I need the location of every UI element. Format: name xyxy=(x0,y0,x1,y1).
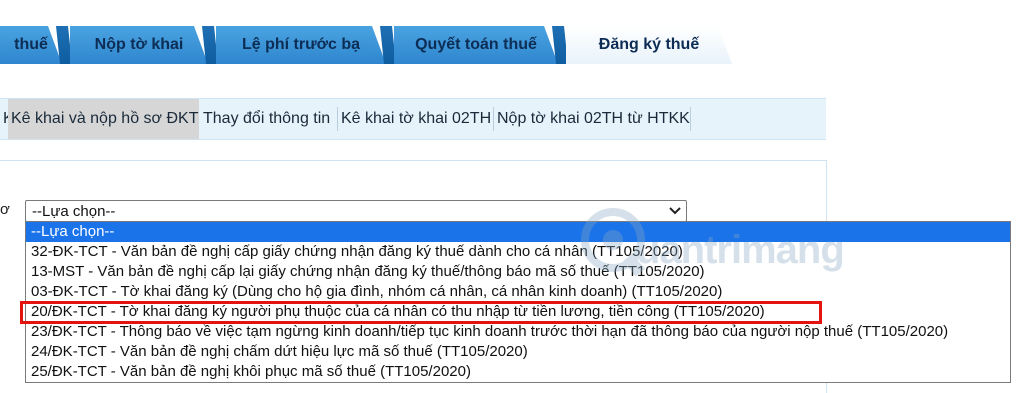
subnav-item-thay-doi-thong-tin[interactable]: Thay đổi thông tin xyxy=(200,99,338,139)
dropdown-option[interactable]: 13-MST - Văn bản đề nghị cấp lại giấy ch… xyxy=(26,262,1010,282)
subnav-divider xyxy=(690,107,691,131)
highlight-annotation-box xyxy=(20,301,822,324)
subnav-item-label: Kê khai tờ khai 02TH xyxy=(341,110,492,127)
chevron-down-icon xyxy=(669,207,681,215)
subnav-item-ke-khai-02th[interactable]: Kê khai tờ khai 02TH xyxy=(338,99,494,139)
tab-quyet-toan-thue[interactable]: Quyết toán thuế xyxy=(394,26,558,64)
tab-label: Đăng ký thuế xyxy=(598,36,700,53)
subnav-item-label: Kê khai và nộp hồ sơ ĐKT xyxy=(11,110,199,127)
tab-label: Nộp tờ khai xyxy=(94,36,184,53)
tab-label: thuế xyxy=(14,36,48,53)
tab-label: Quyết toán thuế xyxy=(415,36,537,53)
top-tab-bar: thuế Nộp tờ khai Lệ phí trước bạ Quyết t… xyxy=(0,0,1021,90)
subnav-item-ke-khai-va-nop[interactable]: Kê khai và nộp hồ sơ ĐKT xyxy=(8,99,199,139)
select-value: --Lựa chọn-- xyxy=(32,202,116,220)
tab-label: Lệ phí trước bạ xyxy=(241,36,361,53)
subnav-item-label: Thay đổi thông tin xyxy=(203,110,331,127)
sub-navigation: K Kê khai và nộp hồ sơ ĐKT Thay đổi thôn… xyxy=(0,98,826,140)
tab-nop-to-khai[interactable]: Nộp tờ khai xyxy=(70,26,208,64)
dropdown-option[interactable]: 23/ĐK-TCT - Thông báo về việc tạm ngừng … xyxy=(26,322,1010,342)
field-label: ơ xyxy=(0,201,10,218)
subnav-item-nop-02th-htkk[interactable]: Nộp tờ khai 02TH từ HTKK xyxy=(494,99,694,139)
form-type-select[interactable]: --Lựa chọn-- xyxy=(25,200,687,222)
tab-strip: thuế Nộp tờ khai Lệ phí trước bạ Quyết t… xyxy=(0,26,740,64)
dropdown-option[interactable]: --Lựa chọn-- xyxy=(26,222,1010,242)
subnav-item-label: Nộp tờ khai 02TH từ HTKK xyxy=(497,110,690,127)
dropdown-option[interactable]: 32-ĐK-TCT - Văn bản đề nghị cấp giấy chứ… xyxy=(26,242,1010,262)
tab-thue[interactable]: thuế xyxy=(0,26,62,64)
tab-dang-ky-thue[interactable]: Đăng ký thuế xyxy=(566,26,732,64)
dropdown-option[interactable]: 24/ĐK-TCT - Văn bản đề nghị chấm dứt hiệ… xyxy=(26,342,1010,362)
tab-le-phi-truoc-ba[interactable]: Lệ phí trước bạ xyxy=(216,26,386,64)
dropdown-option[interactable]: 25/ĐK-TCT - Văn bản đề nghị khôi phục mã… xyxy=(26,362,1010,382)
dropdown-option[interactable]: 03-ĐK-TCT - Tờ khai đăng ký (Dùng cho hộ… xyxy=(26,282,1010,302)
